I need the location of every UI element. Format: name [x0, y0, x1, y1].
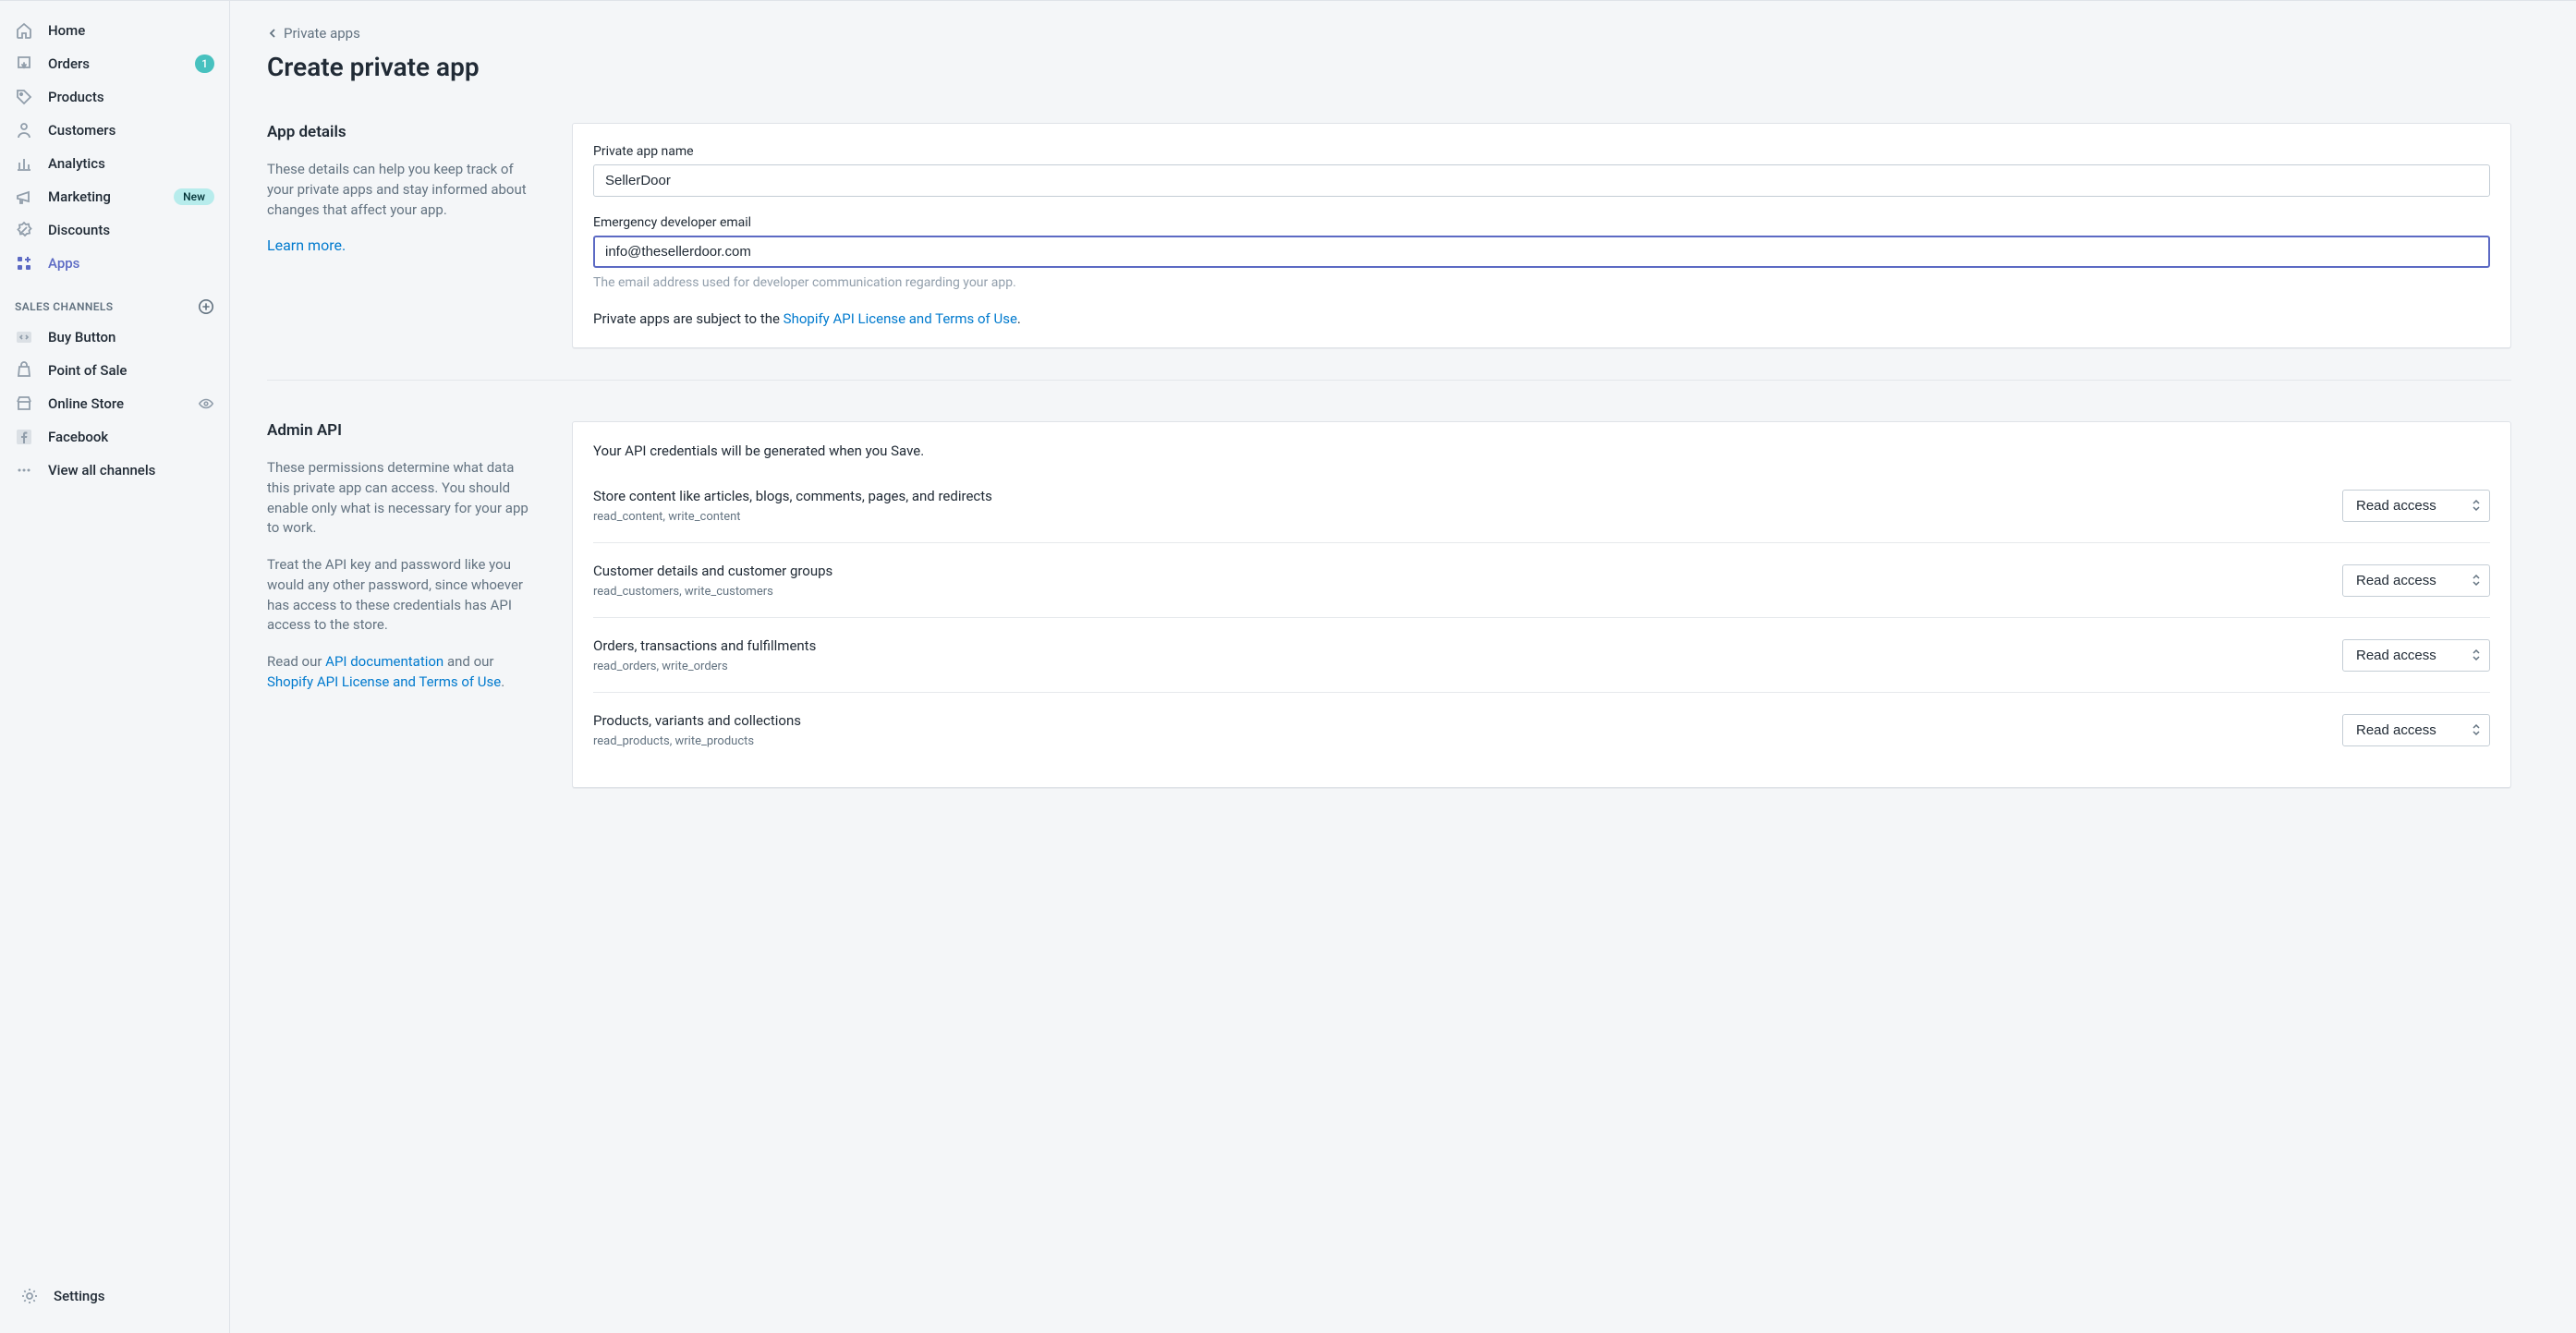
license-notice: Private apps are subject to the Shopify … — [593, 310, 2490, 327]
nav-products[interactable]: Products — [9, 80, 220, 114]
add-channel-button[interactable] — [198, 298, 214, 315]
channel-pos[interactable]: Point of Sale — [9, 354, 220, 387]
gear-icon — [20, 1287, 39, 1305]
admin-api-heading: Admin API — [267, 421, 535, 440]
home-icon — [15, 21, 33, 40]
megaphone-icon — [15, 188, 33, 206]
sidebar: Home Orders 1 Products Customers Analyti… — [0, 1, 230, 1333]
api-docs-link[interactable]: API documentation — [325, 653, 444, 670]
page-title: Create private app — [267, 52, 2511, 82]
nav-marketing[interactable]: Marketing New — [9, 180, 220, 213]
pos-icon — [15, 361, 33, 380]
nav-apps[interactable]: Apps — [9, 247, 220, 280]
nav-analytics[interactable]: Analytics — [9, 147, 220, 180]
nav-label: Orders — [48, 55, 180, 72]
channel-facebook[interactable]: Facebook — [9, 420, 220, 454]
api-license-link[interactable]: Shopify API License and Terms of Use — [784, 310, 1017, 327]
perm-title: Customer details and customer groups — [593, 562, 832, 581]
ellipsis-icon — [15, 461, 33, 479]
view-all-label: View all channels — [48, 462, 214, 479]
channel-online-store[interactable]: Online Store — [9, 387, 220, 420]
app-details-info: App details These details can help you k… — [267, 123, 535, 348]
channel-label: Online Store — [48, 395, 183, 412]
nav-settings[interactable]: Settings — [15, 1279, 214, 1313]
nav-label: Products — [48, 89, 214, 105]
channels-title: SALES CHANNELS — [15, 300, 114, 313]
new-badge: New — [174, 188, 214, 205]
discount-icon — [15, 221, 33, 239]
app-details-desc: These details can help you keep track of… — [267, 160, 535, 220]
tag-icon — [15, 88, 33, 106]
main-content: Private apps Create private app App deta… — [230, 1, 2576, 1333]
perm-scopes: read_content, write_content — [593, 510, 992, 524]
chevron-left-icon — [267, 28, 278, 39]
perm-access-select[interactable]: Read access — [2342, 639, 2490, 672]
nav-label: Discounts — [48, 222, 214, 238]
api-license-link-2[interactable]: Shopify API License and Terms of Use — [267, 673, 501, 690]
channel-buy-button[interactable]: Buy Button — [9, 321, 220, 354]
admin-api-desc3: Read our API documentation and our Shopi… — [267, 652, 535, 693]
app-name-input[interactable] — [593, 164, 2490, 197]
channel-label: Point of Sale — [48, 362, 214, 379]
nav-customers[interactable]: Customers — [9, 114, 220, 147]
orders-icon — [15, 55, 33, 73]
nav-label: Analytics — [48, 155, 214, 172]
nav-label: Marketing — [48, 188, 159, 205]
breadcrumb-label: Private apps — [284, 25, 360, 42]
app-details-heading: App details — [267, 123, 535, 141]
admin-api-info: Admin API These permissions determine wh… — [267, 421, 535, 788]
perm-access-select[interactable]: Read access — [2342, 714, 2490, 746]
credentials-note: Your API credentials will be generated w… — [593, 442, 2490, 459]
nav-home[interactable]: Home — [9, 14, 220, 47]
code-icon — [15, 328, 33, 346]
perm-title: Products, variants and collections — [593, 711, 801, 731]
permission-row: Orders, transactions and fulfillments re… — [593, 618, 2490, 693]
analytics-icon — [15, 154, 33, 173]
orders-badge: 1 — [195, 55, 214, 73]
nav-orders[interactable]: Orders 1 — [9, 47, 220, 80]
channel-label: Facebook — [48, 429, 214, 445]
dev-email-label: Emergency developer email — [593, 215, 2490, 230]
perm-scopes: read_products, write_products — [593, 734, 801, 748]
store-icon — [15, 394, 33, 413]
permission-row: Store content like articles, blogs, comm… — [593, 468, 2490, 543]
learn-more-link[interactable]: Learn more. — [267, 236, 346, 254]
person-icon — [15, 121, 33, 139]
nav-label: Customers — [48, 122, 214, 139]
channel-label: Buy Button — [48, 329, 214, 345]
nav-discounts[interactable]: Discounts — [9, 213, 220, 247]
apps-icon — [15, 254, 33, 273]
admin-api-desc1: These permissions determine what data th… — [267, 458, 535, 539]
perm-access-select[interactable]: Read access — [2342, 564, 2490, 597]
admin-api-desc2: Treat the API key and password like you … — [267, 555, 535, 636]
nav-label: Home — [48, 22, 214, 39]
facebook-icon — [15, 428, 33, 446]
permission-row: Customer details and customer groups rea… — [593, 543, 2490, 618]
permission-row: Products, variants and collections read_… — [593, 693, 2490, 767]
view-store-icon[interactable] — [198, 395, 214, 412]
sales-channels-header: SALES CHANNELS — [0, 280, 229, 321]
app-name-label: Private app name — [593, 144, 2490, 159]
perm-scopes: read_customers, write_customers — [593, 585, 832, 599]
dev-email-help: The email address used for developer com… — [593, 275, 2490, 290]
perm-scopes: read_orders, write_orders — [593, 660, 816, 673]
admin-api-card: Your API credentials will be generated w… — [572, 421, 2511, 788]
breadcrumb[interactable]: Private apps — [267, 25, 360, 42]
perm-title: Orders, transactions and fulfillments — [593, 636, 816, 656]
nav-label: Apps — [48, 255, 214, 272]
app-details-card: Private app name Emergency developer ema… — [572, 123, 2511, 348]
settings-label: Settings — [54, 1288, 209, 1304]
view-all-channels[interactable]: View all channels — [9, 454, 220, 487]
perm-access-select[interactable]: Read access — [2342, 490, 2490, 522]
perm-title: Store content like articles, blogs, comm… — [593, 487, 992, 506]
dev-email-input[interactable] — [593, 236, 2490, 268]
